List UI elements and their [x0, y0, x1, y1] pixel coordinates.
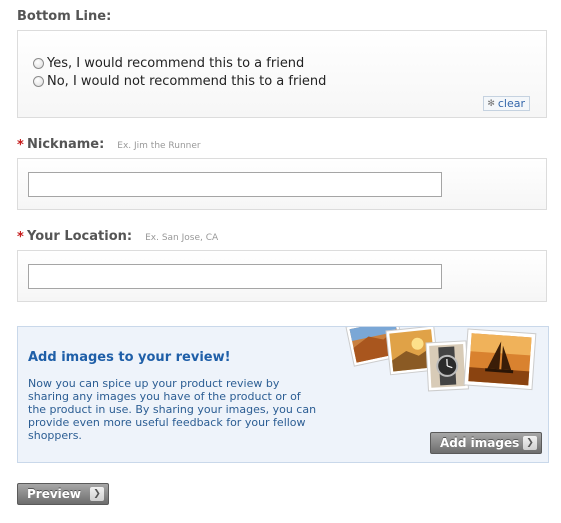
location-label-text: Your Location: — [27, 229, 133, 244]
chevron-right-icon: ❯ — [523, 436, 537, 450]
add-images-title: Add images to your review! — [28, 350, 231, 365]
nickname-example: Ex. Jim the Runner — [117, 141, 201, 151]
nickname-label: * Nickname: Ex. Jim the Runner — [17, 137, 201, 153]
sparkle-icon: ✻ — [487, 98, 495, 109]
recommend-no-radio[interactable] — [33, 76, 44, 87]
add-images-button[interactable]: Add images ❯ — [430, 432, 542, 454]
nickname-box — [17, 158, 547, 210]
bottom-line-label: Bottom Line: — [17, 9, 111, 24]
add-images-button-label[interactable]: Add images — [440, 436, 519, 450]
nickname-input[interactable] — [28, 172, 442, 197]
clear-button-label[interactable]: clear — [498, 97, 525, 110]
nickname-label-text: Nickname: — [27, 137, 105, 152]
recommend-yes-option[interactable]: Yes, I would recommend this to a friend — [33, 56, 304, 71]
clear-button[interactable]: ✻ clear — [483, 96, 530, 111]
add-images-panel: Add images to your review! Now you can s… — [17, 326, 549, 463]
preview-button-label[interactable]: Preview — [27, 487, 81, 501]
chevron-right-icon: ❯ — [90, 487, 104, 501]
required-marker: * — [17, 138, 24, 153]
location-box — [17, 250, 547, 302]
required-marker: * — [17, 230, 24, 245]
add-images-description: Now you can spice up your product review… — [28, 377, 317, 442]
preview-button[interactable]: Preview ❯ — [17, 483, 109, 505]
bottom-line-box: Yes, I would recommend this to a friend … — [17, 30, 547, 118]
location-example: Ex. San Jose, CA — [145, 233, 219, 243]
recommend-no-label[interactable]: No, I would not recommend this to a frie… — [47, 74, 326, 89]
photo-collage-image — [345, 327, 537, 392]
location-input[interactable] — [28, 264, 442, 289]
recommend-yes-label[interactable]: Yes, I would recommend this to a friend — [47, 56, 304, 71]
location-label: * Your Location: Ex. San Jose, CA — [17, 229, 219, 245]
bottom-line-label-text: Bottom Line: — [17, 9, 112, 24]
recommend-yes-radio[interactable] — [33, 58, 44, 69]
recommend-no-option[interactable]: No, I would not recommend this to a frie… — [33, 74, 326, 89]
